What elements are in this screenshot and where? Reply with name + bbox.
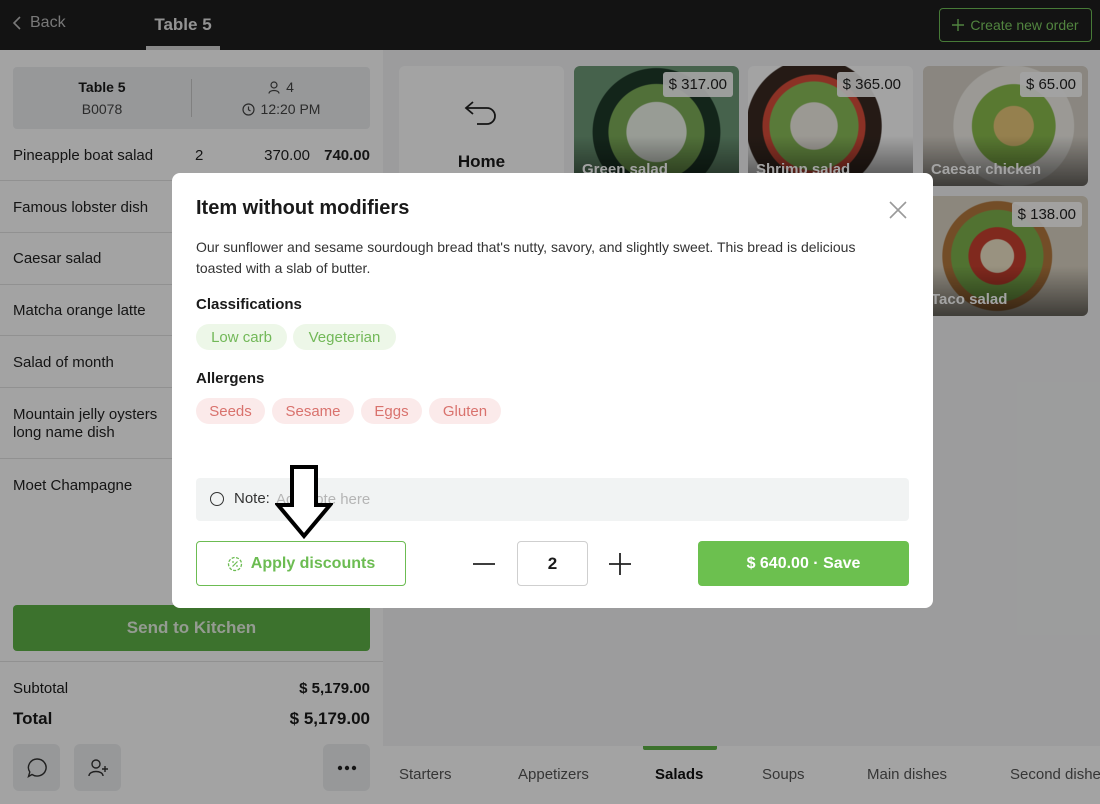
increase-quantity-button[interactable] [608, 552, 632, 576]
save-button[interactable]: $ 640.00 · Save [698, 541, 909, 586]
item-modal: Item without modifiers Our sunflower and… [172, 173, 933, 608]
note-radio-icon [210, 492, 224, 506]
plus-icon [609, 553, 631, 575]
allergens-heading: Allergens [196, 370, 265, 387]
note-label: Note: [234, 490, 270, 507]
item-description: Our sunflower and sesame sourdough bread… [196, 239, 856, 276]
close-icon[interactable] [887, 199, 909, 221]
classification-chip: Vegeterian [293, 324, 396, 350]
minus-icon [473, 563, 495, 565]
allergen-chip: Seeds [196, 398, 265, 424]
down-arrow-icon [275, 465, 333, 539]
allergen-chip: Gluten [429, 398, 501, 424]
discount-badge-icon [227, 556, 242, 571]
allergen-chip: Eggs [361, 398, 422, 424]
decrease-quantity-button[interactable] [472, 553, 496, 575]
apply-discounts-label: Apply discounts [250, 554, 376, 572]
note-input[interactable] [276, 488, 876, 510]
classification-chip: Low carb [196, 324, 287, 350]
allergen-chip: Sesame [272, 398, 354, 424]
modal-title: Item without modifiers [196, 197, 410, 219]
quantity-input[interactable]: 2 [517, 541, 588, 586]
classifications-heading: Classifications [196, 296, 302, 313]
apply-discounts-button[interactable]: Apply discounts [196, 541, 406, 586]
